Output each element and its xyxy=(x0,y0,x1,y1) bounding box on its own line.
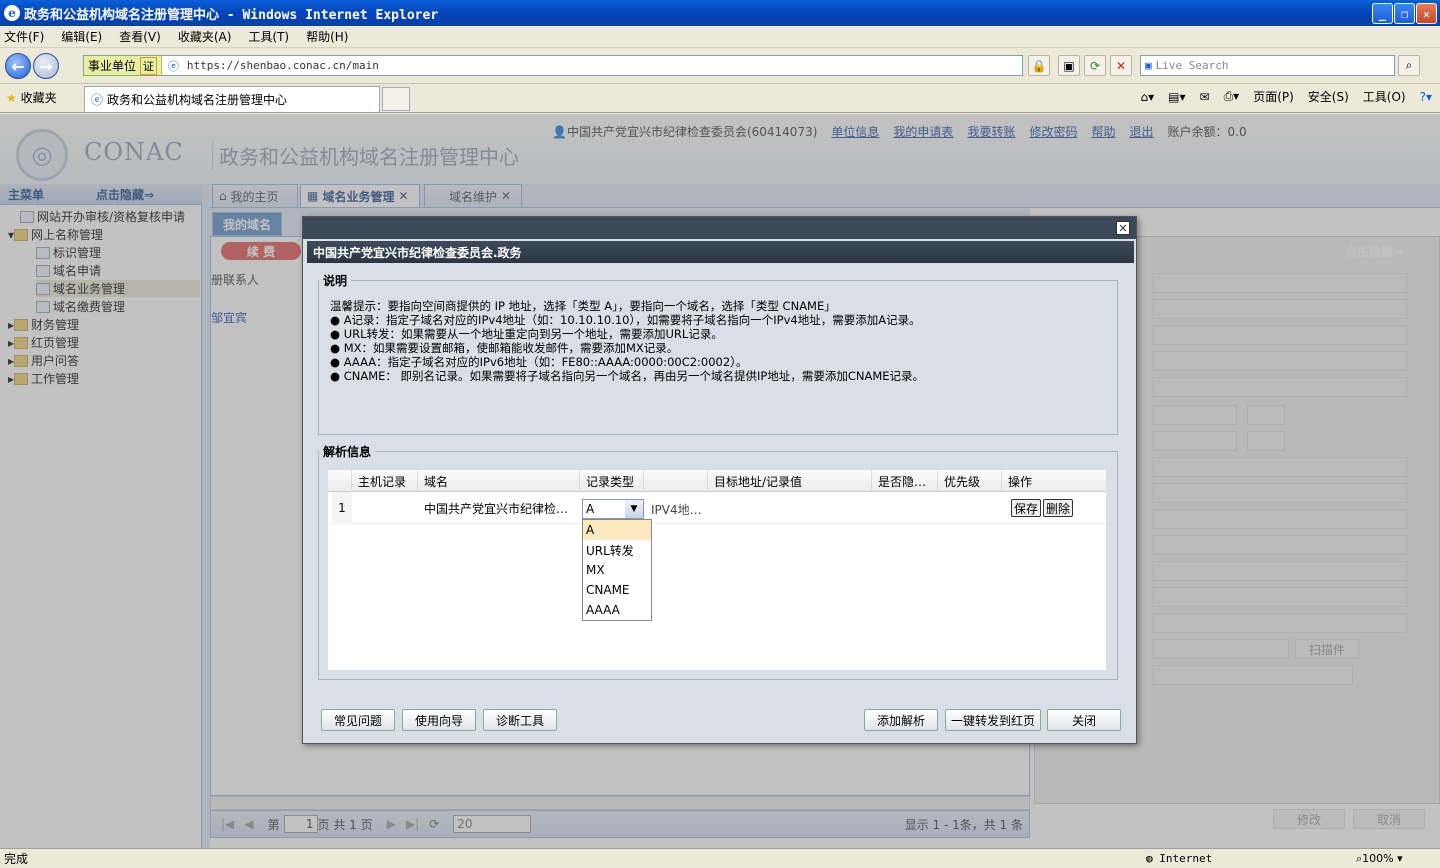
maximize-button[interactable]: ❐ xyxy=(1394,3,1415,24)
diagnose-button[interactable]: 诊断工具 xyxy=(483,709,557,731)
note-line: ● URL转发：如果需要从一个地址重定向到另一个地址，需要添加URL记录。 xyxy=(330,327,723,341)
print-icon[interactable]: ⎙▾ xyxy=(1224,89,1240,104)
option-a[interactable]: A xyxy=(583,520,651,540)
close-window-button[interactable]: ✕ xyxy=(1416,3,1437,24)
note-line: ● A记录：指定子域名对应的IPv4地址（如：10.10.10.10），如需要将… xyxy=(330,313,921,327)
forward-redpage-button[interactable]: 一键转发到红页 xyxy=(945,709,1041,731)
row-number: 1 xyxy=(332,492,352,524)
status-bar: 完成 ◍ Internet ⌕100% ▾ xyxy=(0,848,1440,868)
note-line: ● MX：如果需要设置邮箱，使邮箱能收发邮件，需要添加MX记录。 xyxy=(330,341,679,355)
record-type-select[interactable]: A ▼ xyxy=(582,499,644,519)
cell-hint: IPV4地… xyxy=(651,503,702,517)
url-text: https://shenbao.conac.cn/main xyxy=(186,59,379,72)
notes-legend: 说明 xyxy=(323,274,348,288)
menu-favorites[interactable]: 收藏夹(A) xyxy=(178,28,232,45)
zone-label: ◍ Internet xyxy=(1146,852,1213,865)
back-button[interactable]: ← xyxy=(5,53,31,79)
browser-tab[interactable]: ⓔ 政务和公益机构域名注册管理中心 xyxy=(84,86,380,112)
compat-icon[interactable]: ▣ xyxy=(1058,55,1080,76)
menu-help[interactable]: 帮助(H) xyxy=(306,28,348,45)
window-title: 政务和公益机构域名注册管理中心 - Windows Internet Explo… xyxy=(24,7,439,23)
menu-bar: 文件(F) 编辑(E) 查看(V) 收藏夹(A) 工具(T) 帮助(H) xyxy=(0,26,1440,48)
record-type-dropdown: A URL转发 MX CNAME AAAA xyxy=(582,519,652,621)
page-menu[interactable]: 页面(P) xyxy=(1253,88,1294,105)
command-bar: ⌂▾ ▤▾ ✉ ⎙▾ 页面(P) 安全(S) 工具(O) ?▾ xyxy=(1140,88,1432,105)
option-aaaa[interactable]: AAAA xyxy=(583,600,651,620)
new-tab-button[interactable] xyxy=(382,87,410,111)
favorites-button[interactable]: ★ 收藏夹 xyxy=(6,89,57,106)
home-icon[interactable]: ⌂▾ xyxy=(1140,90,1154,104)
records-legend: 解析信息 xyxy=(323,445,372,459)
feeds-icon[interactable]: ▤▾ xyxy=(1168,90,1185,104)
ie-logo-icon: e xyxy=(4,5,20,21)
ie-tab-icon: ⓔ xyxy=(91,93,104,107)
address-toolbar: ← → 事业单位 证 ⓔ https://shenbao.conac.cn/ma… xyxy=(0,48,1440,84)
cell-domain: 中国共产党宜兴市纪律检… xyxy=(424,502,569,516)
col-blank[interactable] xyxy=(644,470,708,492)
safety-menu[interactable]: 安全(S) xyxy=(1308,88,1349,105)
option-mx[interactable]: MX xyxy=(583,560,651,580)
add-record-button[interactable]: 添加解析 xyxy=(864,709,938,731)
tab-bar: ★ 收藏夹 ⓔ 政务和公益机构域名注册管理中心 ⌂▾ ▤▾ ✉ ⎙▾ 页面(P) … xyxy=(0,84,1440,113)
guide-button[interactable]: 使用向导 xyxy=(402,709,476,731)
search-input[interactable]: ▣ Live Search xyxy=(1140,55,1395,76)
address-bar[interactable]: 事业单位 证 ⓔ https://shenbao.conac.cn/main xyxy=(83,55,1023,76)
minimize-button[interactable]: _ xyxy=(1372,3,1393,24)
dialog-topbar: ✕ xyxy=(303,217,1136,239)
col-domain[interactable]: 域名 xyxy=(418,470,580,492)
option-url[interactable]: URL转发 xyxy=(583,540,651,560)
star-icon: ★ xyxy=(6,91,17,105)
col-hidden[interactable]: 是否隐… xyxy=(872,470,938,492)
menu-edit[interactable]: 编辑(E) xyxy=(61,28,102,45)
lock-icon[interactable]: 🔒 xyxy=(1028,55,1050,76)
col-type[interactable]: 记录类型 xyxy=(580,470,644,492)
delete-row-button[interactable]: 删除 xyxy=(1043,499,1073,517)
col-priority[interactable]: 优先级 xyxy=(938,470,1002,492)
tools-menu[interactable]: 工具(O) xyxy=(1363,88,1406,105)
close-dialog-button[interactable]: 关闭 xyxy=(1047,709,1121,731)
note-line: ● AAAA：指定子域名对应的IPv6地址（如：FE80::AAAA:0000:… xyxy=(330,355,748,369)
note-line: 温馨提示：要指向空间商提供的 IP 地址，选择「类型 A」，要指向一个域名，选择… xyxy=(330,299,836,313)
menu-view[interactable]: 查看(V) xyxy=(119,28,161,45)
col-host[interactable]: 主机记录 xyxy=(352,470,418,492)
refresh-icon[interactable]: ⟳ xyxy=(1084,55,1106,76)
live-search-icon: ▣ xyxy=(1145,59,1152,72)
records-grid-body: 1 中国共产党宜兴市纪律检… A ▼ IPV4地… 保存 删除 xyxy=(328,492,1106,670)
zoom-control[interactable]: ⌕100% ▾ xyxy=(1356,852,1403,866)
help-icon[interactable]: ?▾ xyxy=(1420,90,1432,104)
col-actions: 操作 xyxy=(1008,474,1033,489)
globe-icon: ◍ xyxy=(1146,852,1153,865)
note-line: ● CNAME： 即别名记录。如果需要将子域名指向另一个域名，再由另一个域名提供… xyxy=(330,369,925,383)
col-target[interactable]: 目标地址/记录值 xyxy=(708,470,872,492)
menu-file[interactable]: 文件(F) xyxy=(4,28,44,45)
mail-icon[interactable]: ✉ xyxy=(1200,90,1210,104)
search-icon[interactable]: ⌕ xyxy=(1398,55,1420,76)
chevron-down-icon[interactable]: ▼ xyxy=(625,500,643,518)
faq-button[interactable]: 常见问题 xyxy=(321,709,395,731)
menu-tools[interactable]: 工具(T) xyxy=(248,28,289,45)
stop-icon[interactable]: ✕ xyxy=(1110,55,1132,76)
save-row-button[interactable]: 保存 xyxy=(1011,499,1041,517)
option-cname[interactable]: CNAME xyxy=(583,580,651,600)
status-text: 完成 xyxy=(4,852,29,866)
window-titlebar: e 政务和公益机构域名注册管理中心 - Windows Internet Exp… xyxy=(0,0,1440,26)
dialog-title: 中国共产党宜兴市纪律检查委员会.政务 xyxy=(307,241,1134,263)
cert-badge[interactable]: 事业单位 证 xyxy=(84,56,162,75)
dialog-close-icon[interactable]: ✕ xyxy=(1116,221,1130,235)
forward-button[interactable]: → xyxy=(33,53,59,79)
records-grid-header: 主机记录 域名 记录类型 目标地址/记录值 是否隐… 优先级 操作 xyxy=(328,470,1106,492)
page-icon: ⓔ xyxy=(167,59,179,73)
